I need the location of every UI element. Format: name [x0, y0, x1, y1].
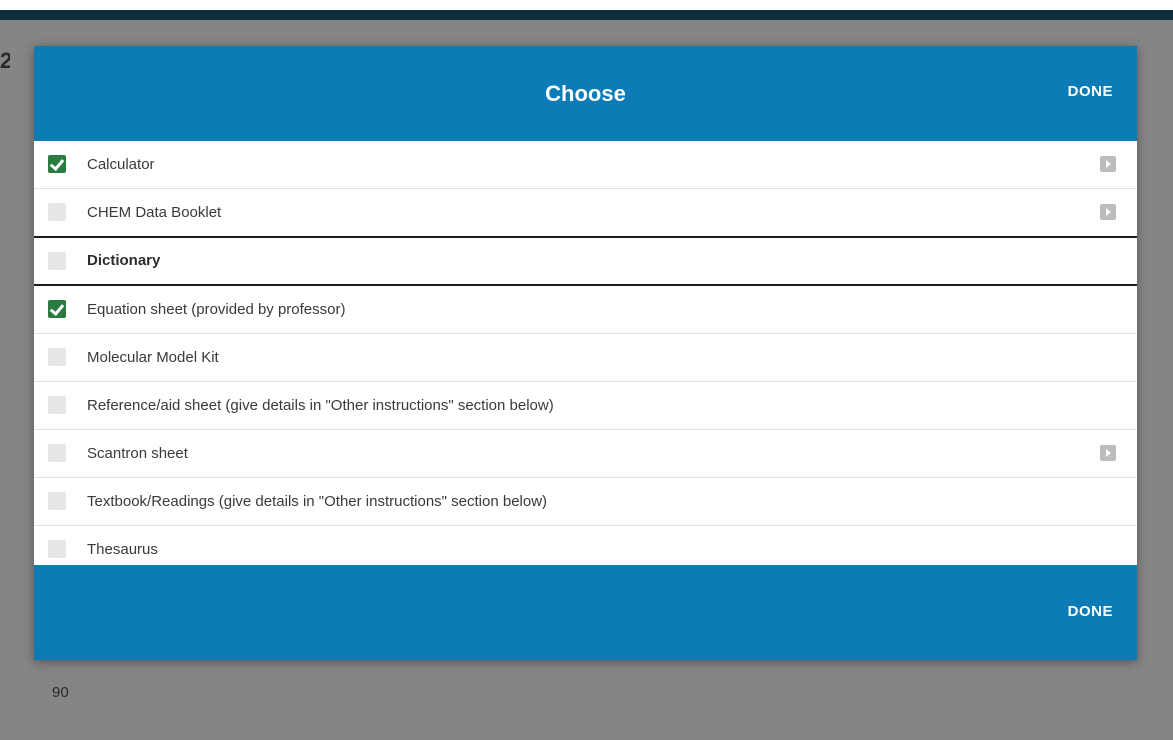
checkbox-checked-icon[interactable] [48, 155, 66, 173]
checkbox-icon[interactable] [48, 348, 66, 366]
dialog-header: Choose DONE [34, 46, 1137, 141]
list-item-calculator[interactable]: Calculator [34, 141, 1137, 189]
list-item-textbook-readings[interactable]: Textbook/Readings (give details in "Othe… [34, 478, 1137, 526]
list-item-label: Reference/aid sheet (give details in "Ot… [87, 397, 554, 414]
list-item-label: Dictionary [87, 252, 161, 269]
choose-dialog: Choose DONE Calculator CHEM Data Booklet… [34, 46, 1137, 660]
list-item-scantron-sheet[interactable]: Scantron sheet [34, 430, 1137, 478]
list-item-chem-data-booklet[interactable]: CHEM Data Booklet [34, 189, 1137, 237]
list-item-molecular-model-kit[interactable]: Molecular Model Kit [34, 334, 1137, 382]
checkbox-icon[interactable] [48, 203, 66, 221]
list-item-label: Scantron sheet [87, 445, 188, 462]
checkbox-icon[interactable] [48, 396, 66, 414]
list-item-dictionary[interactable]: Dictionary [34, 236, 1137, 286]
list-item-label: Equation sheet (provided by professor) [87, 301, 346, 318]
option-list: Calculator CHEM Data Booklet Dictionary … [34, 141, 1137, 574]
done-button-bottom[interactable]: DONE [1068, 603, 1113, 620]
checkbox-icon[interactable] [48, 540, 66, 558]
list-item-reference-aid-sheet[interactable]: Reference/aid sheet (give details in "Ot… [34, 382, 1137, 430]
list-item-label: Molecular Model Kit [87, 349, 219, 366]
chevron-right-icon[interactable] [1100, 445, 1116, 461]
checkbox-icon[interactable] [48, 492, 66, 510]
background-number: 90 [52, 684, 69, 701]
checkbox-checked-icon[interactable] [48, 300, 66, 318]
dialog-footer: DONE [34, 565, 1137, 660]
list-item-equation-sheet[interactable]: Equation sheet (provided by professor) [34, 286, 1137, 334]
list-item-label: Textbook/Readings (give details in "Othe… [87, 493, 548, 510]
page-top-strip [0, 0, 1173, 10]
done-button-top[interactable]: DONE [1068, 83, 1113, 100]
dialog-title: Choose [545, 81, 626, 106]
chevron-right-icon[interactable] [1100, 156, 1116, 172]
page-header-bar [0, 10, 1173, 20]
checkbox-icon[interactable] [48, 444, 66, 462]
background-fragment: 2 [0, 48, 10, 73]
checkbox-icon[interactable] [48, 252, 66, 270]
list-item-label: Calculator [87, 156, 155, 173]
chevron-right-icon[interactable] [1100, 204, 1116, 220]
list-item-label: CHEM Data Booklet [87, 204, 222, 221]
